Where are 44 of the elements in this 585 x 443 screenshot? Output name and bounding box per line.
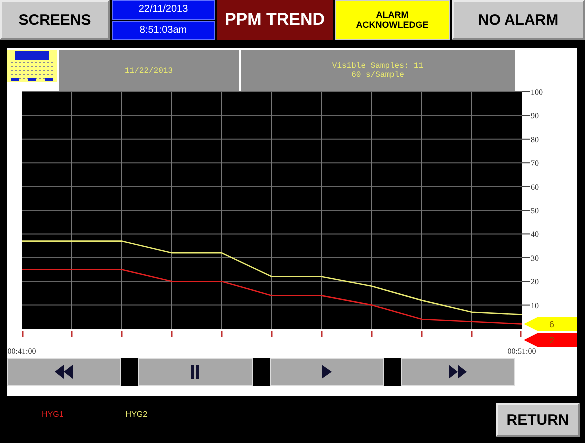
y-axis-label: 50 (522, 206, 539, 216)
y-tick-label: 70 (531, 159, 539, 168)
y-tick-label: 80 (531, 135, 539, 144)
y-tick-label: 50 (531, 206, 539, 216)
y-axis-label: 40 (522, 230, 539, 240)
y-axis-label: 20 (522, 278, 539, 287)
y-tick-label: 10 (531, 301, 539, 310)
alarm-acknowledge-button[interactable]: ALARM ACKNOWLEDGE (335, 0, 450, 40)
y-tick-label: 60 (531, 182, 539, 192)
y-tick-label: 100 (531, 88, 543, 97)
samples-info: Visible Samples: 11 60 s/Sample (241, 50, 515, 92)
date-display: 22/11/2013 (112, 0, 215, 20)
y-tick-label: 30 (531, 254, 539, 263)
fast-forward-button[interactable] (400, 358, 515, 386)
value-flag: 2 (524, 333, 577, 348)
y-axis-label: 100 (522, 88, 543, 97)
pause-button[interactable] (138, 358, 252, 386)
y-axis-label: 60 (522, 182, 539, 192)
y-tick-label: 90 (531, 112, 539, 121)
y-axis-label: 70 (522, 159, 539, 168)
time-display: 8:51:03am (112, 20, 215, 40)
legend-label: HYG1 (42, 410, 64, 419)
rewind-button[interactable] (7, 358, 122, 386)
y-tick-label: 20 (531, 278, 539, 287)
y-axis-label: 90 (522, 112, 539, 121)
alarm-status: NO ALARM (452, 0, 585, 40)
time-label: 00:51:00 (508, 347, 536, 356)
y-tick-label: 40 (531, 230, 539, 240)
time-label: 00:41:00 (8, 347, 36, 356)
y-axis-label: 80 (522, 135, 539, 144)
rewind-icon (55, 365, 74, 379)
value-flag: 6 (524, 317, 577, 332)
return-button[interactable]: RETURN (496, 403, 580, 437)
play-icon (322, 365, 332, 379)
fast-forward-icon (448, 365, 467, 379)
trend-date: 11/22/2013 (59, 50, 239, 92)
screens-button[interactable]: SCREENS (0, 0, 110, 40)
calendar-icon[interactable] (7, 50, 57, 82)
pause-icon (190, 365, 200, 379)
legend-label: HYG2 (126, 410, 148, 419)
screen-title: PPM TREND (217, 0, 333, 40)
y-axis-label: 30 (522, 254, 539, 263)
play-button[interactable] (270, 358, 384, 386)
y-axis-label: 10 (522, 301, 539, 310)
